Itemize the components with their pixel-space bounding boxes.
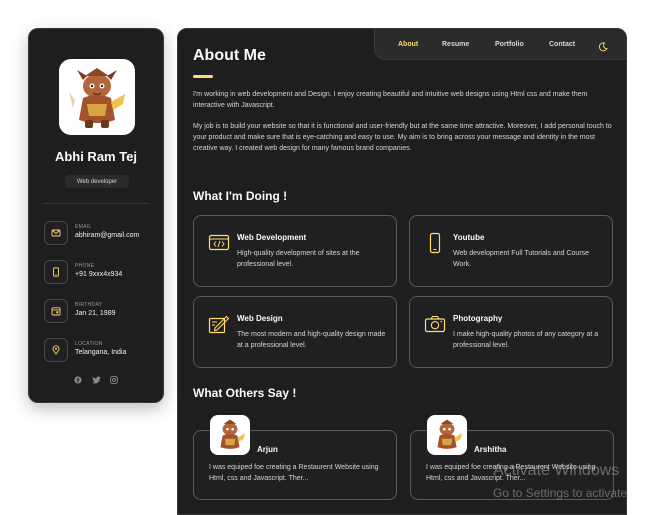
profile-name: Abhi Ram Tej [54, 149, 138, 164]
contact-birthday: Birthday Jan 21, 1989 [44, 299, 154, 325]
testimonial-name: Arjun [257, 445, 278, 454]
activate-windows-hint: Go to Settings to activate [493, 486, 628, 500]
avatar-character-image [220, 419, 245, 449]
main-panel: About Resume Portfolio Contact About Me … [177, 28, 627, 515]
avatar [210, 415, 250, 455]
design-pen-icon [208, 313, 230, 335]
service-description: Web development Full Tutorials and Cours… [453, 250, 590, 268]
avatar-character-image [69, 68, 125, 128]
contact-email: Email abhiram@gmail.com [44, 221, 154, 247]
page-title: About Me [193, 47, 266, 64]
mail-icon [44, 221, 68, 245]
service-title: Web Design [237, 314, 283, 323]
avatar [427, 415, 467, 455]
contact-label: Phone [75, 263, 95, 269]
contact-label: Birthday [75, 302, 103, 308]
testimonial-card[interactable]: Arjun I was equiped foe creating a Resta… [193, 415, 397, 500]
mobile-phone-icon [424, 232, 446, 254]
nav-about[interactable]: About [398, 41, 418, 48]
testimonial-text: I was equiped foe creating a Restaurent … [209, 464, 379, 482]
service-title: Youtube [453, 233, 485, 242]
moon-icon[interactable] [598, 39, 608, 52]
phone-icon [44, 260, 68, 284]
calendar-icon [44, 299, 68, 323]
camera-icon [424, 313, 446, 335]
service-title: Web Development [237, 233, 307, 242]
sidebar-card: Abhi Ram Tej Web developer Email abhiram… [28, 28, 164, 403]
code-window-icon [208, 232, 230, 254]
contact-label: Location [75, 341, 103, 347]
service-card-web-design: Web Design The most modern and high-qual… [193, 296, 397, 368]
avatar [59, 59, 135, 135]
contact-value: Jan 21, 1989 [75, 310, 116, 317]
contact-phone: Phone +91 9xxx4x934 [44, 260, 154, 286]
contact-value[interactable]: abhiram@gmail.com [75, 232, 139, 239]
facebook-icon[interactable] [73, 375, 83, 385]
testimonial-name: Arshitha [474, 445, 507, 454]
service-title: Photography [453, 314, 503, 323]
services-title: What I'm Doing ! [193, 189, 288, 203]
about-paragraph: I'm working in web development and Desig… [193, 91, 588, 109]
social-links [29, 375, 163, 385]
contact-location: Location Telangana, India [44, 338, 154, 364]
nav-contact[interactable]: Contact [549, 41, 575, 48]
nav-resume[interactable]: Resume [442, 41, 469, 48]
service-description: The most modern and high-quality design … [237, 331, 386, 349]
service-card-photography: Photography I make high-quality photos o… [409, 296, 613, 368]
contact-value: Telangana, India [75, 349, 127, 356]
about-paragraph: My job is to build your website so that … [193, 123, 612, 152]
location-icon [44, 338, 68, 362]
contact-label: Email [75, 224, 92, 230]
sidebar-separator [43, 203, 149, 204]
service-description: I make high-quality photos of any catego… [453, 331, 599, 349]
twitter-icon[interactable] [91, 375, 101, 385]
service-card-web-development: Web Development High-quality development… [193, 215, 397, 287]
service-description: High-quality development of sites at the… [237, 250, 360, 268]
instagram-icon[interactable] [109, 375, 119, 385]
top-navbar: About Resume Portfolio Contact [374, 29, 626, 60]
testimonials-title: What Others Say ! [193, 386, 297, 400]
title-underline [193, 75, 213, 78]
contact-value[interactable]: +91 9xxx4x934 [75, 271, 122, 278]
nav-portfolio[interactable]: Portfolio [495, 41, 524, 48]
avatar-character-image [437, 419, 462, 449]
activate-windows-watermark: Activate Windows [493, 462, 620, 479]
profile-title-badge: Web developer [65, 175, 129, 188]
service-card-youtube: Youtube Web development Full Tutorials a… [409, 215, 613, 287]
